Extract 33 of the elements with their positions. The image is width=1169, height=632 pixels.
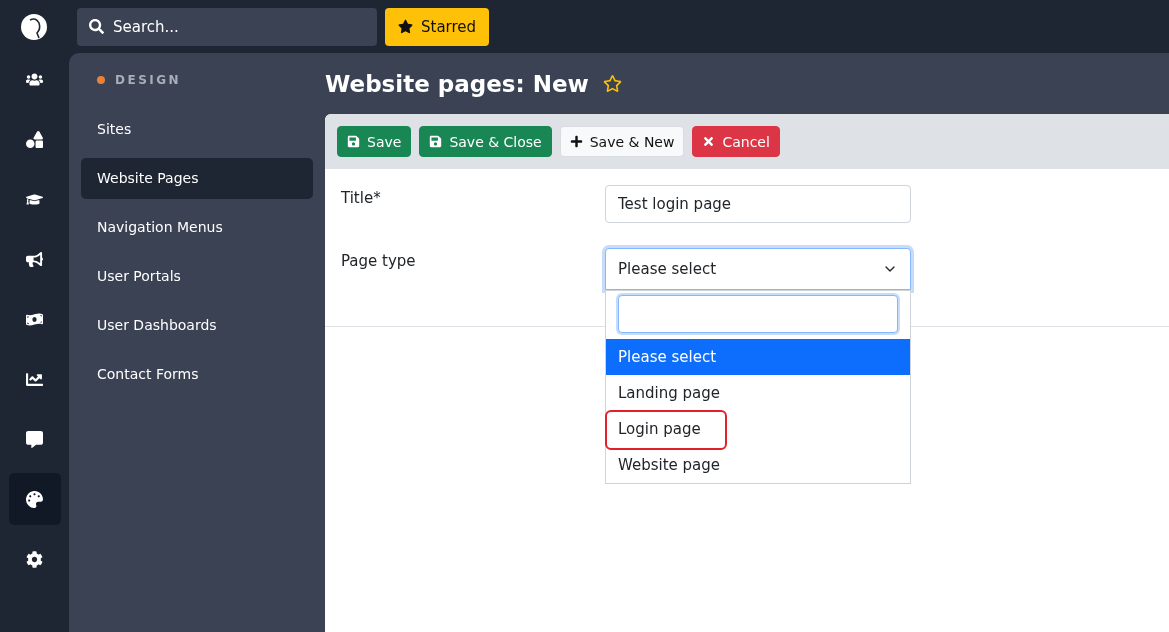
shapes-icon (26, 130, 43, 148)
nav-rail-button[interactable] (8, 473, 61, 525)
sidebar-item[interactable]: Navigation Menus (81, 207, 313, 248)
palette-icon (26, 490, 43, 508)
star-icon (398, 19, 413, 34)
field-label: Title* (341, 188, 382, 209)
sidebar-item[interactable]: User Portals (81, 256, 313, 297)
megaphone-icon (26, 250, 43, 268)
input-field[interactable]: Test login page (605, 185, 911, 223)
sidebar-item[interactable]: User Dashboards (81, 305, 313, 346)
section-dot (97, 76, 105, 84)
save-button[interactable]: Save & Close (419, 126, 552, 157)
settings-icon (26, 550, 43, 568)
favorite-star-button[interactable] (602, 74, 622, 93)
starred-button[interactable]: Starred (385, 7, 490, 46)
search-field[interactable]: Search... (77, 7, 377, 46)
speech-bubble-icon (26, 430, 43, 448)
sidebar-item[interactable]: Contact Forms (81, 354, 313, 395)
save-button[interactable]: Save (337, 126, 412, 157)
section-heading: DESIGN (115, 73, 182, 87)
dropdown-option[interactable]: Please select (606, 339, 910, 375)
sidebar-item[interactable]: Website Pages (81, 158, 313, 199)
select-field[interactable]: Please select (605, 248, 911, 290)
field-label: Page type (341, 251, 417, 272)
page-title: Website pages: New (325, 70, 589, 97)
chart-icon (26, 370, 43, 388)
cancel-button[interactable]: Cancel (692, 126, 780, 157)
sidebar-item[interactable]: Sites (81, 109, 313, 150)
dropdown-search-field[interactable] (618, 295, 898, 333)
close-icon (702, 135, 716, 148)
plus-icon (569, 135, 583, 148)
new-button[interactable]: Save & New (559, 126, 685, 157)
search-icon (89, 18, 104, 34)
